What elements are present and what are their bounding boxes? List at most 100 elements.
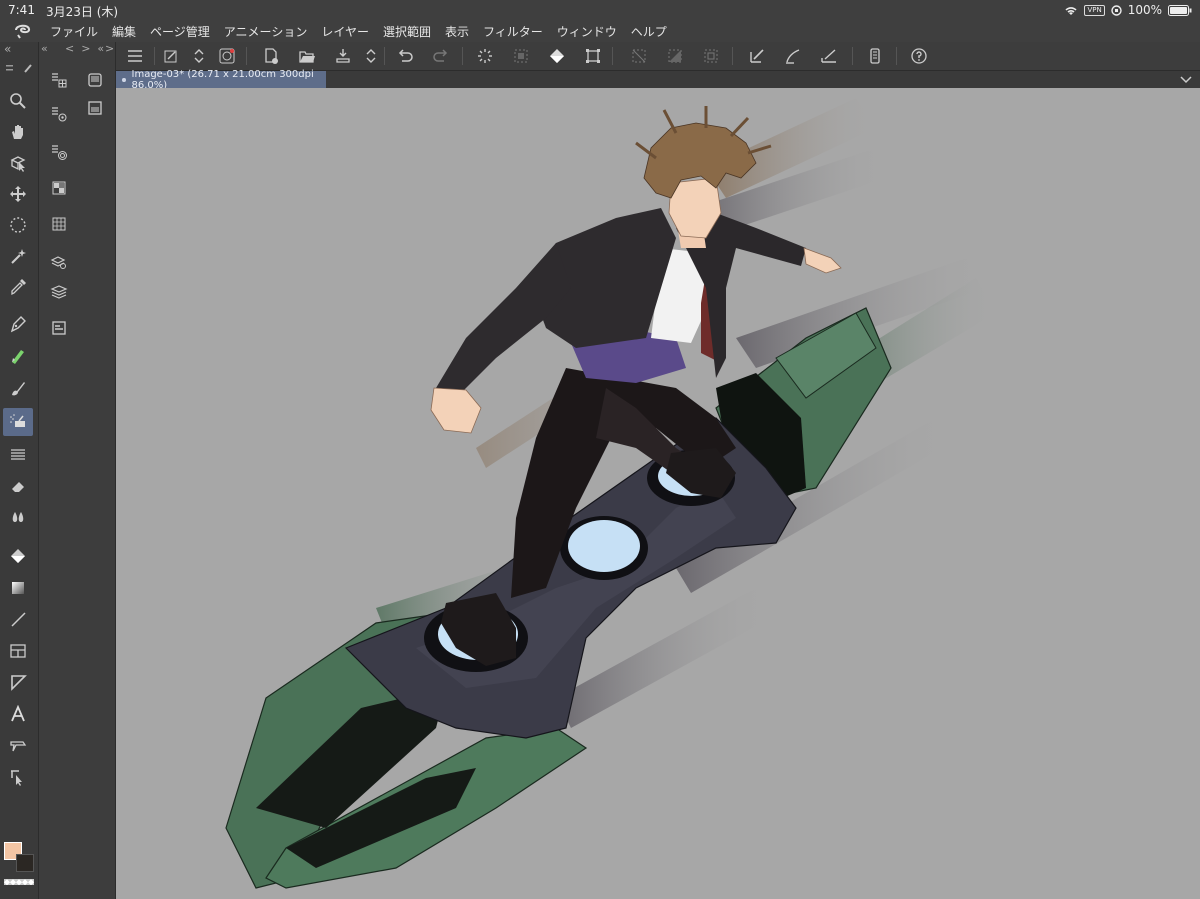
tool-balloon[interactable] bbox=[3, 732, 33, 760]
clip-studio-button[interactable] bbox=[214, 44, 240, 68]
grid-snap-button[interactable] bbox=[816, 44, 842, 68]
document-tab-bar: Image-03* (26.71 x 21.00cm 300dpi 86.0%) bbox=[116, 69, 1200, 91]
tool-property-button[interactable] bbox=[45, 100, 73, 128]
tool-eyedropper[interactable] bbox=[3, 273, 33, 301]
quick-access-button[interactable] bbox=[186, 44, 212, 68]
tool-fill[interactable] bbox=[3, 542, 33, 570]
menu-help[interactable]: ヘルプ bbox=[631, 23, 667, 40]
layer-panel-button[interactable] bbox=[45, 278, 73, 306]
vpn-badge: VPN bbox=[1084, 4, 1105, 16]
hamburger-menu-button[interactable] bbox=[122, 44, 148, 68]
battery-icon bbox=[1168, 4, 1192, 16]
tool-brush[interactable] bbox=[3, 374, 33, 402]
invert-selection-button[interactable] bbox=[662, 44, 688, 68]
smartphone-icon bbox=[870, 48, 880, 64]
collapse-arrows[interactable]: « bbox=[4, 42, 11, 56]
subbar-left-arrow[interactable]: « bbox=[41, 42, 48, 55]
tool-pencil[interactable] bbox=[3, 342, 33, 370]
material-button[interactable] bbox=[45, 210, 73, 238]
new-canvas-button[interactable] bbox=[258, 44, 284, 68]
menu-animation[interactable]: アニメーション bbox=[224, 23, 308, 40]
tool-gradient[interactable] bbox=[3, 574, 33, 602]
tool-figure[interactable] bbox=[3, 605, 33, 633]
menu-page[interactable]: ページ管理 bbox=[150, 23, 210, 40]
balloon-icon bbox=[10, 741, 27, 752]
chevron-down-icon[interactable] bbox=[1180, 74, 1192, 84]
tool-selection[interactable] bbox=[3, 211, 33, 239]
menu-window[interactable]: ウィンドウ bbox=[557, 23, 617, 40]
clear-button[interactable] bbox=[472, 44, 498, 68]
tool-operation[interactable] bbox=[3, 149, 33, 177]
tool-line-correction[interactable] bbox=[3, 763, 33, 791]
menu-selection[interactable]: 選択範囲 bbox=[383, 23, 431, 40]
layer-search-button[interactable] bbox=[45, 248, 73, 276]
transparent-color-swatch[interactable] bbox=[4, 879, 34, 885]
snap-ruler-icon bbox=[750, 49, 764, 63]
separator bbox=[896, 47, 897, 65]
deselect-button[interactable] bbox=[626, 44, 652, 68]
subbar-right-arrow[interactable]: > bbox=[105, 42, 114, 55]
new-file-icon bbox=[164, 50, 177, 63]
tool-hand[interactable] bbox=[3, 118, 33, 146]
loading-spinner-icon bbox=[478, 49, 492, 63]
tool-frame[interactable] bbox=[3, 637, 33, 665]
ruler-snap-button[interactable] bbox=[744, 44, 770, 68]
tool-eraser[interactable] bbox=[3, 472, 33, 500]
tool-ruler[interactable] bbox=[3, 668, 33, 696]
item-bank-button[interactable] bbox=[45, 314, 73, 342]
transform-button[interactable] bbox=[580, 44, 606, 68]
menu-view[interactable]: 表示 bbox=[445, 23, 469, 40]
clear-outside-button[interactable] bbox=[508, 44, 534, 68]
separator bbox=[852, 47, 853, 65]
special-ruler-snap-button[interactable] bbox=[780, 44, 806, 68]
separator bbox=[462, 47, 463, 65]
tool-pen[interactable] bbox=[3, 310, 33, 338]
document-tab[interactable]: Image-03* (26.71 x 21.00cm 300dpi 86.0%) bbox=[116, 69, 326, 91]
new-button[interactable] bbox=[158, 44, 184, 68]
tool-blend[interactable] bbox=[3, 503, 33, 531]
sub-color-swatch[interactable] bbox=[16, 854, 34, 872]
tool-move[interactable] bbox=[3, 180, 33, 208]
chevron-updown-icon bbox=[194, 49, 204, 63]
tool-airbrush[interactable] bbox=[3, 408, 33, 436]
subbar-nav[interactable]: < > « bbox=[65, 42, 104, 55]
new-canvas-icon bbox=[265, 48, 278, 64]
operation-icon bbox=[10, 156, 26, 172]
gradient-icon bbox=[12, 582, 24, 594]
open-button[interactable] bbox=[294, 44, 320, 68]
undo-button[interactable] bbox=[392, 44, 418, 68]
menu-filter[interactable]: フィルター bbox=[483, 23, 543, 40]
hamburger-icon bbox=[128, 50, 142, 62]
brush-size-button[interactable] bbox=[45, 138, 73, 166]
menu-file[interactable]: ファイル bbox=[50, 23, 98, 40]
save-icon bbox=[336, 49, 350, 63]
save-button[interactable] bbox=[330, 44, 356, 68]
menu-list: ファイル 編集 ページ管理 アニメーション レイヤー 選択範囲 表示 フィルター… bbox=[50, 23, 681, 40]
canvas-area[interactable] bbox=[116, 88, 1200, 899]
folder-open-icon bbox=[299, 51, 315, 63]
help-button[interactable] bbox=[906, 44, 932, 68]
tool-decoration[interactable] bbox=[3, 441, 33, 469]
layer-property-button[interactable] bbox=[45, 66, 73, 94]
navigator-icon bbox=[88, 73, 102, 87]
menu-layer[interactable]: レイヤー bbox=[321, 23, 369, 40]
tool-text[interactable] bbox=[3, 700, 33, 728]
invert-selection-icon bbox=[668, 49, 682, 63]
fill-button[interactable] bbox=[544, 44, 570, 68]
selection-icon bbox=[10, 217, 26, 233]
snap-grid-icon bbox=[821, 49, 836, 63]
tool-magic-wand[interactable] bbox=[3, 242, 33, 270]
menu-edit[interactable]: 編集 bbox=[112, 23, 136, 40]
selection-layer-button[interactable] bbox=[698, 44, 724, 68]
navigator-panel-button[interactable] bbox=[81, 66, 109, 94]
decoration-icon bbox=[11, 449, 25, 460]
color-set-button[interactable] bbox=[45, 174, 73, 202]
redo-button[interactable] bbox=[428, 44, 454, 68]
tool-zoom[interactable] bbox=[3, 87, 33, 115]
menu-lines-icon[interactable] bbox=[3, 62, 33, 76]
sub-view-button[interactable] bbox=[81, 94, 109, 122]
save-options-button[interactable] bbox=[358, 44, 384, 68]
clip-studio-logo-icon[interactable] bbox=[12, 22, 34, 40]
companion-mode-button[interactable] bbox=[862, 44, 888, 68]
clip-studio-icon bbox=[219, 48, 235, 64]
